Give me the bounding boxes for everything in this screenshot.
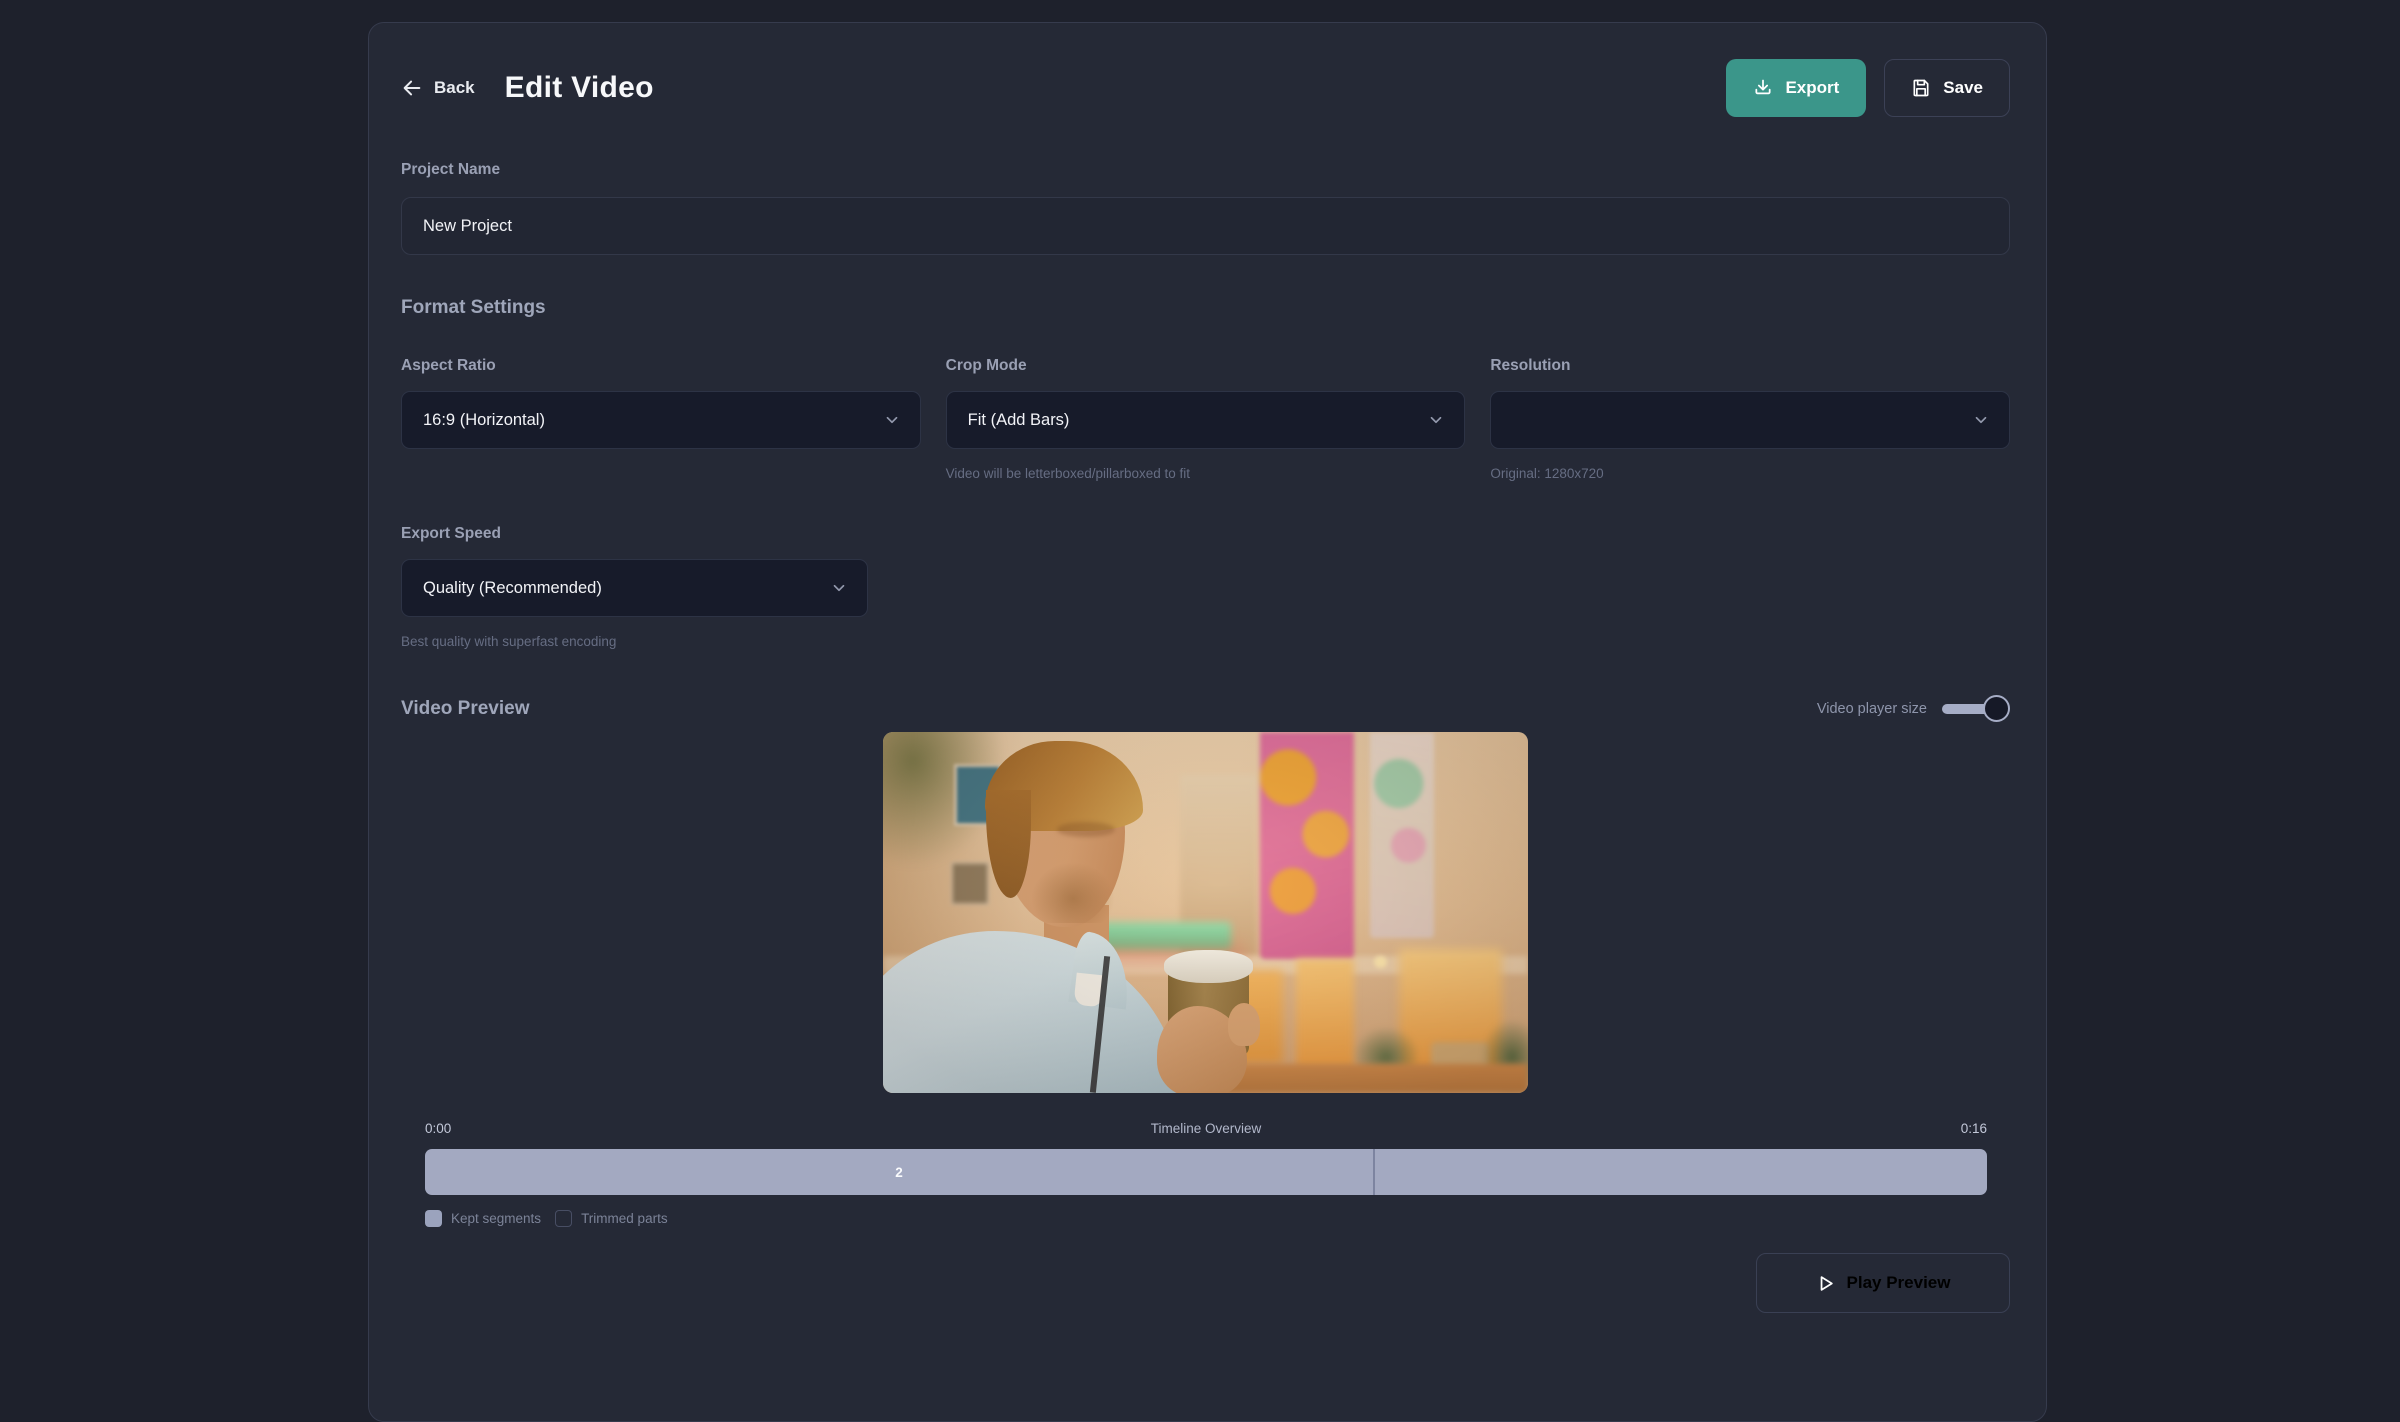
chevron-down-icon — [1427, 411, 1445, 429]
export-label: Export — [1785, 78, 1839, 98]
video-player[interactable] — [883, 732, 1528, 1093]
export-speed-label: Export Speed — [401, 525, 868, 543]
play-preview-button[interactable]: Play Preview — [1756, 1253, 2010, 1313]
play-icon — [1816, 1274, 1835, 1293]
aspect-ratio-field: Aspect Ratio 16:9 (Horizontal) — [401, 357, 921, 481]
play-preview-label: Play Preview — [1847, 1273, 1951, 1293]
export-speed-field: Export Speed Quality (Recommended) Best … — [401, 525, 868, 649]
edit-video-panel: Back Edit Video Export Save Project Name… — [368, 22, 2047, 1422]
timeline-section: 0:00 Timeline Overview 0:16 2 Kept segme… — [425, 1121, 1987, 1227]
header-left: Back Edit Video — [401, 71, 654, 105]
download-icon — [1753, 78, 1773, 98]
format-settings-grid: Aspect Ratio 16:9 (Horizontal) Crop Mode… — [401, 357, 2010, 481]
project-name-label: Project Name — [401, 161, 2010, 179]
crop-mode-select[interactable]: Fit (Add Bars) — [946, 391, 1466, 449]
save-button[interactable]: Save — [1884, 59, 2010, 117]
video-preview-heading: Video Preview — [401, 698, 530, 720]
format-settings-heading: Format Settings — [401, 297, 2010, 319]
aspect-ratio-select[interactable]: 16:9 (Horizontal) — [401, 391, 921, 449]
trimmed-parts-swatch — [555, 1210, 572, 1227]
aspect-ratio-value: 16:9 (Horizontal) — [423, 411, 545, 430]
chevron-down-icon — [883, 411, 901, 429]
color-grade-overlay — [883, 732, 1528, 1093]
crop-mode-field: Crop Mode Fit (Add Bars) Video will be l… — [946, 357, 1466, 481]
export-button[interactable]: Export — [1726, 59, 1866, 117]
timeline-segment[interactable] — [1373, 1149, 1987, 1195]
crop-mode-label: Crop Mode — [946, 357, 1466, 375]
timeline-end-time: 0:16 — [1961, 1121, 1987, 1136]
page-title: Edit Video — [505, 71, 654, 105]
crop-mode-value: Fit (Add Bars) — [968, 411, 1070, 430]
resolution-label: Resolution — [1490, 357, 2010, 375]
timeline-bar[interactable]: 2 — [425, 1149, 1987, 1195]
back-button[interactable]: Back — [401, 77, 475, 99]
resolution-helper: Original: 1280x720 — [1490, 466, 2010, 481]
player-size-control: Video player size — [1817, 695, 2010, 722]
chevron-down-icon — [1972, 411, 1990, 429]
timeline-start-time: 0:00 — [425, 1121, 451, 1136]
save-floppy-icon — [1911, 78, 1931, 98]
header-actions: Export Save — [1726, 59, 2010, 117]
export-speed-select[interactable]: Quality (Recommended) — [401, 559, 868, 617]
project-name-input[interactable] — [401, 197, 2010, 255]
slider-knob[interactable] — [1983, 695, 2010, 722]
video-preview-header: Video Preview Video player size — [401, 695, 2010, 722]
back-arrow-icon — [401, 77, 423, 99]
segment-label: 2 — [895, 1165, 903, 1180]
resolution-field: Resolution Original: 1280x720 — [1490, 357, 2010, 481]
resolution-select[interactable] — [1490, 391, 2010, 449]
crop-mode-helper: Video will be letterboxed/pillarboxed to… — [946, 466, 1466, 481]
save-label: Save — [1943, 78, 1983, 98]
player-size-slider[interactable] — [1942, 695, 2010, 722]
export-speed-helper: Best quality with superfast encoding — [401, 634, 868, 649]
timeline-segment[interactable]: 2 — [425, 1149, 1373, 1195]
kept-segments-label: Kept segments — [451, 1211, 541, 1226]
trimmed-parts-label: Trimmed parts — [581, 1211, 668, 1226]
timeline-legend: Kept segments Trimmed parts — [425, 1210, 1987, 1227]
chevron-down-icon — [830, 579, 848, 597]
aspect-ratio-label: Aspect Ratio — [401, 357, 921, 375]
play-preview-row: Play Preview — [401, 1253, 2010, 1313]
header: Back Edit Video Export Save — [401, 59, 2010, 117]
player-size-label: Video player size — [1817, 701, 1927, 717]
video-preview-area — [401, 732, 2010, 1093]
export-speed-value: Quality (Recommended) — [423, 579, 602, 598]
timeline-title: Timeline Overview — [1151, 1121, 1262, 1136]
timeline-labels: 0:00 Timeline Overview 0:16 — [425, 1121, 1987, 1136]
back-label: Back — [434, 78, 475, 98]
kept-segments-swatch — [425, 1210, 442, 1227]
